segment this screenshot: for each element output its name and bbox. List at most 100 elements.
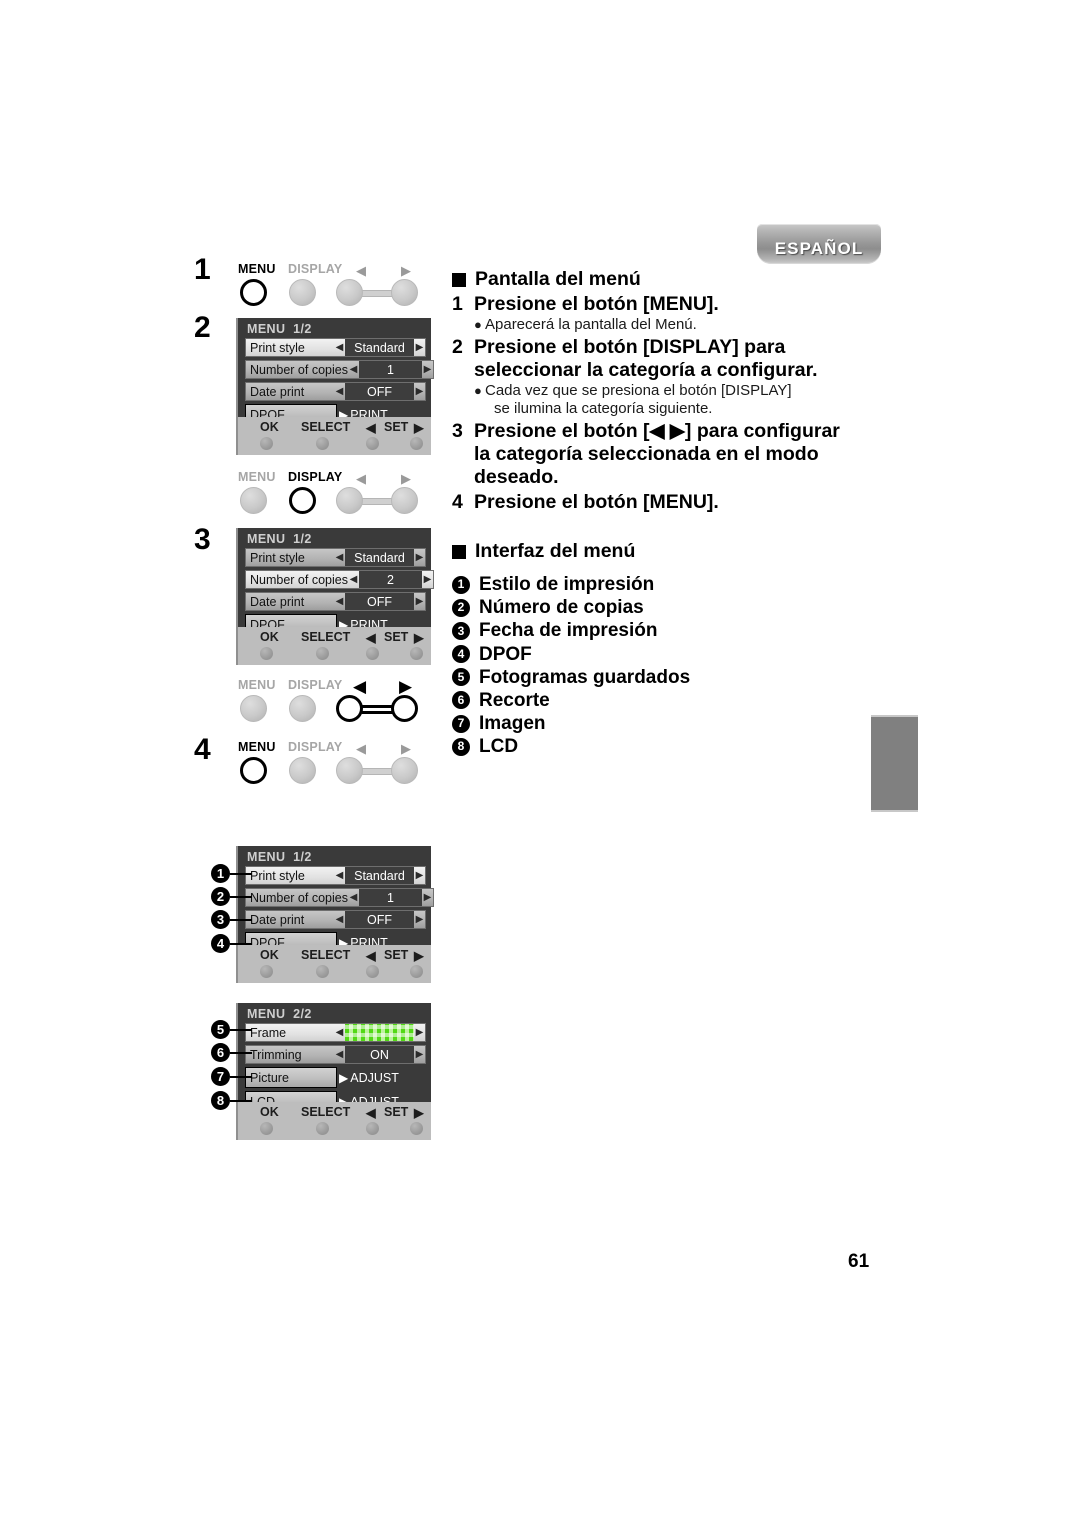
interface-item-2: 2 Número de copias (452, 596, 872, 619)
menu-row-picture[interactable]: Picture ▶ ADJUST (245, 1067, 426, 1088)
menu-row-date-print[interactable]: Date print ◀ OFF ▶ (245, 382, 426, 401)
display-button[interactable] (289, 757, 316, 784)
row-right-arrow-icon[interactable]: ▶ (422, 574, 433, 585)
right-arrow-button[interactable] (391, 757, 418, 784)
menu-row-number-of-copies[interactable]: Number of copies ◀ 1 ▶ (245, 888, 434, 907)
interface-item-label: LCD (479, 736, 519, 758)
lcd-panel-step2: MENU 1/2 Print style ◀ Standard ▶ Number… (236, 318, 434, 438)
instruction-step-number: 3 (452, 420, 463, 442)
interface-item-number: 8 (452, 737, 470, 756)
display-button[interactable] (289, 487, 316, 514)
row-right-arrow-icon[interactable]: ▶ (414, 386, 425, 397)
row-right-arrow-icon[interactable]: ▶ (422, 364, 433, 375)
instruction-bullet: ● Aparecerá la pantalla del Menú. (474, 316, 872, 334)
row-right-arrow-icon[interactable]: ▶ (414, 342, 425, 353)
lcd-title: MENU 1/2 (247, 532, 312, 546)
row-left-arrow-icon[interactable]: ◀ (334, 596, 345, 607)
row-right-arrow-icon[interactable]: ▶ (414, 552, 425, 563)
menu-row-trimming[interactable]: Trimming ◀ ON ▶ (245, 1045, 426, 1064)
select-button[interactable] (316, 437, 329, 450)
row-left-arrow-icon[interactable]: ◀ (334, 552, 345, 563)
row-right-arrow-icon[interactable]: ▶ (414, 596, 425, 607)
interface-item-number: 2 (452, 598, 470, 617)
page-number: 61 (848, 1251, 870, 1272)
interface-item-label: Número de copias (479, 597, 644, 619)
set-left-button[interactable] (366, 647, 379, 660)
set-right-button[interactable] (410, 647, 423, 660)
menu-button[interactable] (240, 757, 267, 784)
menu-row-print-style[interactable]: Print style ◀ Standard ▶ (245, 548, 426, 567)
row-left-arrow-icon[interactable]: ◀ (334, 914, 345, 925)
row-right-arrow-icon[interactable]: ▶ (422, 892, 433, 903)
row-left-arrow-icon[interactable]: ◀ (334, 870, 345, 881)
right-arrow-icon: ▶ (399, 677, 413, 696)
row-left-arrow-icon[interactable]: ◀ (334, 1027, 345, 1038)
row-left-arrow-icon[interactable]: ◀ (334, 342, 345, 353)
right-arrow-button[interactable] (391, 279, 418, 306)
menu-row-number-of-copies[interactable]: Number of copies ◀ 1 ▶ (245, 360, 434, 379)
set-left-button[interactable] (366, 437, 379, 450)
select-button[interactable] (316, 965, 329, 978)
ok-button[interactable] (260, 965, 273, 978)
instruction-step-2: 2 Presione el botón [DISPLAY] para selec… (452, 336, 872, 382)
row-left-arrow-icon[interactable]: ◀ (334, 1049, 345, 1060)
interface-item-number: 7 (452, 714, 470, 733)
menu-button[interactable] (240, 279, 267, 306)
instruction-step-text: Presione el botón [DISPLAY] para selecci… (474, 336, 872, 382)
display-button[interactable] (289, 279, 316, 306)
callout-number: 7 (211, 1067, 230, 1086)
display-button[interactable] (289, 695, 316, 722)
menu-row-date-print[interactable]: Date print ◀ OFF ▶ (245, 910, 426, 929)
menu-button[interactable] (240, 487, 267, 514)
set-left-button[interactable] (366, 965, 379, 978)
callout-leader (230, 872, 252, 875)
set-right-button[interactable] (410, 965, 423, 978)
menu-row-valuebox: ◀ OFF ▶ (334, 592, 426, 611)
callout-leader (230, 942, 252, 945)
menu-row-number-of-copies[interactable]: Number of copies ◀ 2 ▶ (245, 570, 434, 589)
left-arrow-button[interactable] (336, 279, 363, 306)
interface-item-number: 4 (452, 645, 470, 664)
interface-item-number: 1 (452, 575, 470, 594)
ok-button[interactable] (260, 437, 273, 450)
callout-3: 3 (211, 910, 252, 929)
row-right-arrow-icon[interactable]: ▶ (414, 1049, 425, 1060)
row-right-arrow-icon[interactable]: ▶ (414, 1027, 425, 1038)
set-left-button[interactable] (366, 1122, 379, 1135)
ok-button[interactable] (260, 1122, 273, 1135)
row-left-arrow-icon[interactable]: ◀ (348, 364, 359, 375)
right-arrow-button[interactable] (391, 695, 418, 722)
row-left-arrow-icon[interactable]: ◀ (334, 386, 345, 397)
lcd-title: MENU 2/2 (247, 1007, 312, 1021)
menu-row-frame[interactable]: Frame ◀ ▶ (245, 1023, 426, 1042)
callout-number: 4 (211, 934, 230, 953)
display-button-label: DISPLAY (288, 262, 343, 276)
left-arrow-button[interactable] (336, 757, 363, 784)
row-left-arrow-icon[interactable]: ◀ (348, 574, 359, 585)
set-right-button[interactable] (410, 1122, 423, 1135)
menu-row-label: Frame (245, 1023, 334, 1042)
instruction-bullet-text: Aparecerá la pantalla del Menú. (485, 316, 697, 333)
left-arrow-button[interactable] (336, 695, 363, 722)
left-arrow-button[interactable] (336, 487, 363, 514)
menu-button[interactable] (240, 695, 267, 722)
select-button[interactable] (316, 647, 329, 660)
menu-row-date-print[interactable]: Date print ◀ OFF ▶ (245, 592, 426, 611)
row-right-arrow-icon[interactable]: ▶ (414, 870, 425, 881)
left-arrow-icon: ◀ (356, 741, 366, 756)
right-arrow-button[interactable] (391, 487, 418, 514)
menu-row-print-style[interactable]: Print style ◀ Standard ▶ (245, 338, 426, 357)
menu-row-value: ON (345, 1046, 414, 1063)
select-button[interactable] (316, 1122, 329, 1135)
ok-button[interactable] (260, 647, 273, 660)
callout-4: 4 (211, 934, 252, 953)
action-label: ADJUST (350, 1070, 399, 1085)
instruction-step-line2: la categoría seleccionada en el modo (474, 443, 819, 465)
row-left-arrow-icon[interactable]: ◀ (348, 892, 359, 903)
menu-row-print-style[interactable]: Print style ◀ Standard ▶ (245, 866, 426, 885)
interface-item-6: 6 Recorte (452, 689, 872, 712)
row-right-arrow-icon[interactable]: ▶ (414, 914, 425, 925)
lcd-panel-step3: MENU 1/2 Print style ◀ Standard ▶ Number… (236, 528, 434, 648)
menu-row-valuebox: ◀ Standard ▶ (334, 338, 426, 357)
set-right-button[interactable] (410, 437, 423, 450)
